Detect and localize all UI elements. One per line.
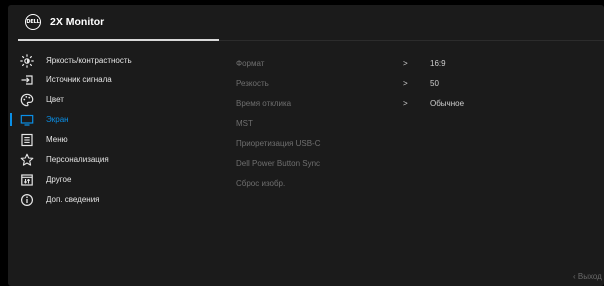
menu-item-label: Персонализация	[46, 155, 109, 164]
exit-button[interactable]: ‹ Выход	[573, 272, 602, 281]
option-value: 50	[430, 79, 439, 88]
brightness-icon	[20, 54, 34, 68]
option-label: Приоретизация USB-C	[236, 139, 321, 148]
menu-item-personalize[interactable]: Персонализация	[8, 150, 223, 170]
menu-item-label: Меню	[46, 135, 68, 144]
option-value: 16:9	[430, 59, 446, 68]
menu-item-label: Источник сигнала	[46, 75, 112, 84]
option-value: Обычное	[430, 99, 465, 108]
option-mst: MST	[236, 115, 536, 135]
menu-item-label: Экран	[46, 115, 69, 124]
menu-list-icon	[20, 133, 34, 147]
menu-item-input-source[interactable]: Источник сигнала	[8, 70, 223, 90]
menu-item-color[interactable]: Цвет	[8, 90, 223, 110]
display-icon	[20, 113, 34, 127]
osd-panel: DELL 2X Monitor Яркость/контрастность Ис…	[8, 5, 604, 286]
other-settings-icon	[20, 173, 34, 187]
monitor-title: 2X Monitor	[50, 16, 105, 28]
menu-item-menu[interactable]: Меню	[8, 130, 223, 150]
option-usb-c-prioritization: Приоретизация USB-C	[236, 135, 536, 155]
menu-item-label: Яркость/контрастность	[46, 56, 132, 65]
menu-item-more-info[interactable]: Доп. сведения	[8, 190, 223, 210]
chevron-right-icon: >	[403, 99, 408, 108]
option-label: Резкость	[236, 79, 269, 88]
active-indicator	[10, 113, 12, 126]
option-label: Формат	[236, 59, 265, 68]
menu-item-label: Доп. сведения	[46, 195, 100, 204]
menu-item-display[interactable]: Экран	[8, 110, 223, 130]
input-source-icon	[20, 73, 34, 87]
option-response-time[interactable]: Время отклика > Обычное	[236, 95, 536, 115]
option-label: Сброс изобр.	[236, 179, 286, 188]
option-reset-display: Сброс изобр.	[236, 175, 536, 195]
option-label: MST	[236, 119, 253, 128]
chevron-right-icon: >	[403, 59, 408, 68]
info-icon	[20, 193, 34, 207]
chevron-right-icon: >	[403, 79, 408, 88]
header-divider-highlight	[18, 39, 219, 41]
menu-item-others[interactable]: Другое	[8, 170, 223, 190]
menu-item-label: Цвет	[46, 95, 64, 104]
option-label: Dell Power Button Sync	[236, 159, 321, 168]
option-dell-power-button-sync: Dell Power Button Sync	[236, 155, 536, 175]
dell-logo: DELL	[25, 14, 41, 30]
color-palette-icon	[20, 93, 34, 107]
option-sharpness[interactable]: Резкость > 50	[236, 75, 536, 95]
option-label: Время отклика	[236, 99, 292, 108]
star-icon	[20, 153, 34, 167]
menu-item-label: Другое	[46, 175, 72, 184]
option-aspect-ratio[interactable]: Формат > 16:9	[236, 55, 536, 75]
osd-header: DELL 2X Monitor	[8, 5, 604, 39]
menu-item-brightness-contrast[interactable]: Яркость/контрастность	[8, 51, 223, 71]
